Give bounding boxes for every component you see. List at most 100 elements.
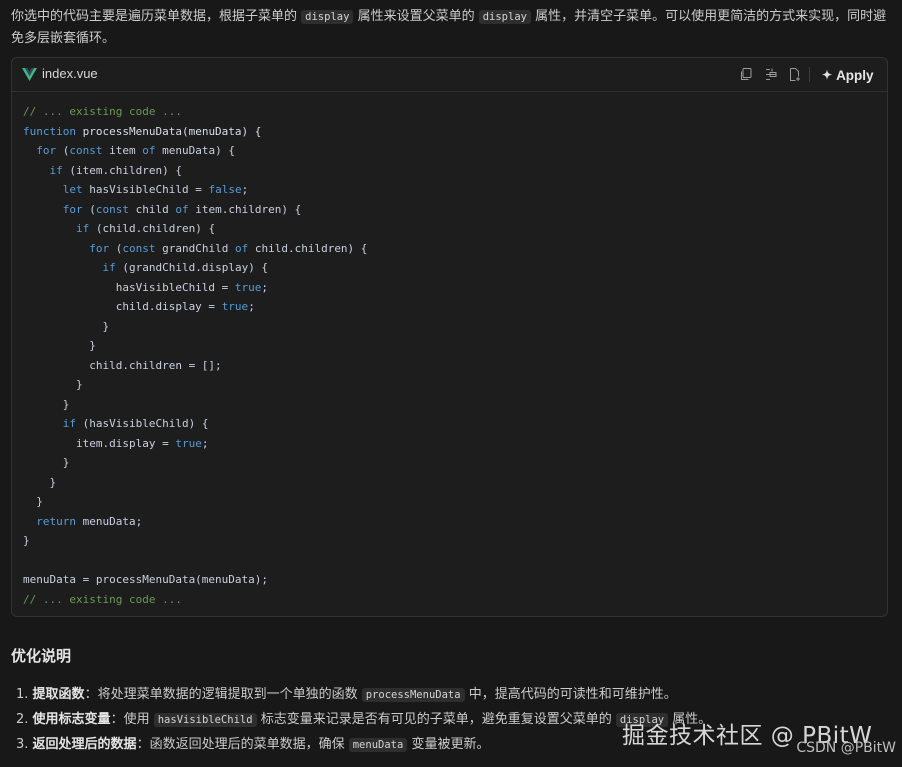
code-line: for (const item of menuData) { xyxy=(23,141,367,161)
list-number: 3. xyxy=(16,737,29,752)
code-token: hasVisibleChild = xyxy=(89,183,209,196)
code-token: item.display = xyxy=(23,436,176,450)
code-token: } xyxy=(23,475,57,489)
code-token: } xyxy=(23,319,110,333)
list-item: 3. 返回处理后的数据：函数返回处理后的菜单数据，确保 menuData 变量被… xyxy=(16,734,711,759)
inline-code: hasVisibleChild xyxy=(153,713,257,727)
code-line: } xyxy=(23,395,367,415)
inline-code: menuData xyxy=(348,738,408,752)
code-token: item xyxy=(109,144,143,157)
code-token: for xyxy=(62,202,90,216)
inline-code-display: display xyxy=(301,10,354,24)
code-line: item.display = true; xyxy=(23,434,367,454)
list-item-separator: ： xyxy=(84,687,98,702)
code-token: ; xyxy=(241,183,249,196)
new-file-icon[interactable] xyxy=(789,68,801,81)
section-title: 优化说明 xyxy=(11,647,72,665)
code-token: const xyxy=(122,241,163,255)
code-token: } xyxy=(23,534,30,547)
code-token: return xyxy=(36,514,83,528)
code-token: true xyxy=(234,280,262,294)
code-line: if (child.children) { xyxy=(23,219,367,239)
code-line: menuData = processMenuData(menuData); xyxy=(23,570,367,590)
code-line: } xyxy=(23,531,367,551)
list-item-text: 变量被更新。 xyxy=(411,737,490,752)
code-token: (child.children) { xyxy=(95,222,216,235)
code-token: hasVisibleChild = xyxy=(23,280,235,294)
code-line: return menuData; xyxy=(23,512,367,532)
csdn-watermark: CSDN @PBitW xyxy=(796,740,896,756)
code-token: let xyxy=(62,183,90,196)
code-token: } xyxy=(23,397,70,411)
code-line: } xyxy=(23,473,367,493)
apply-button[interactable]: ✦ Apply xyxy=(822,65,874,85)
code-token: ; xyxy=(248,300,255,313)
list-item-heading: 使用标志变量 xyxy=(32,712,111,727)
code-line: } xyxy=(23,375,367,395)
list-item-text: 标志变量来记录是否有可见的子菜单，避免重复设置父菜单的 xyxy=(260,712,612,727)
list-item-text: 中，提高代码的可读性和可维护性。 xyxy=(468,687,677,702)
intro-paragraph: 你选中的代码主要是遍历菜单数据，根据子菜单的 display 属性来设置父菜单的… xyxy=(11,6,891,50)
inline-code: processMenuData xyxy=(361,688,465,702)
list-item: 1. 提取函数：将处理菜单数据的逻辑提取到一个单独的函数 processMenu… xyxy=(16,684,711,709)
insert-icon[interactable] xyxy=(765,68,777,81)
code-token: true xyxy=(175,436,202,450)
code-token: (hasVisibleChild) { xyxy=(82,417,209,430)
intro-text-1: 你选中的代码主要是遍历菜单数据，根据子菜单的 xyxy=(11,9,298,24)
file-name: index.vue xyxy=(42,66,98,81)
list-item-text: 函数返回处理后的菜单数据，确保 xyxy=(149,737,345,752)
code-token: child xyxy=(135,202,176,216)
code-line: function processMenuData(menuData) { xyxy=(23,122,367,142)
code-token: menuData) { xyxy=(162,144,235,157)
code-block: index.vue ✦ Apply // ... existing code .… xyxy=(11,57,888,617)
code-token: child.children = []; xyxy=(23,358,222,372)
code-token: menuData; xyxy=(82,514,143,528)
code-line: let hasVisibleChild = false; xyxy=(23,180,367,200)
code-token: ; xyxy=(201,436,209,450)
code-token: of xyxy=(142,144,163,157)
code-token: false xyxy=(208,183,242,196)
list-item-separator: ： xyxy=(110,712,124,727)
code-line: } xyxy=(23,317,367,337)
code-token: (grandChild.display) { xyxy=(122,261,269,274)
code-line: child.children = []; xyxy=(23,356,367,376)
list-number: 1. xyxy=(16,687,29,702)
code-token: } xyxy=(23,339,96,352)
intro-text-2: 属性来设置父菜单的 xyxy=(357,9,475,24)
list-item-heading: 返回处理后的数据 xyxy=(32,737,137,752)
code-line: // ... existing code ... xyxy=(23,590,367,610)
code-token: // ... existing code ... xyxy=(23,105,182,118)
list-item-text: 将处理菜单数据的逻辑提取到一个单独的函数 xyxy=(97,687,358,702)
code-token: of xyxy=(175,202,196,216)
list-item: 2. 使用标志变量：使用 hasVisibleChild 标志变量来记录是否有可… xyxy=(16,709,711,734)
code-line: // ... existing code ... xyxy=(23,102,367,122)
code-token: item.children) { xyxy=(195,202,302,216)
code-token: if xyxy=(75,222,96,235)
copy-icon[interactable] xyxy=(740,68,752,81)
code-token: } xyxy=(23,456,70,469)
code-token: function xyxy=(23,124,83,138)
code-token: const xyxy=(69,144,110,157)
code-line: for (const child of item.children) { xyxy=(23,200,367,220)
code-line: hasVisibleChild = true; xyxy=(23,278,367,298)
code-token: if xyxy=(102,261,123,274)
code-token: of xyxy=(234,241,255,255)
code-line: } xyxy=(23,492,367,512)
code-token: if xyxy=(49,163,70,177)
code-token: child.display = xyxy=(23,300,222,313)
inline-code-display-2: display xyxy=(478,10,531,24)
list-item-separator: ： xyxy=(136,737,150,752)
list-item-text: 使用 xyxy=(123,712,150,727)
code-token: ; xyxy=(261,280,269,294)
sparkle-icon: ✦ xyxy=(822,68,833,82)
code-line: if (item.children) { xyxy=(23,161,367,181)
